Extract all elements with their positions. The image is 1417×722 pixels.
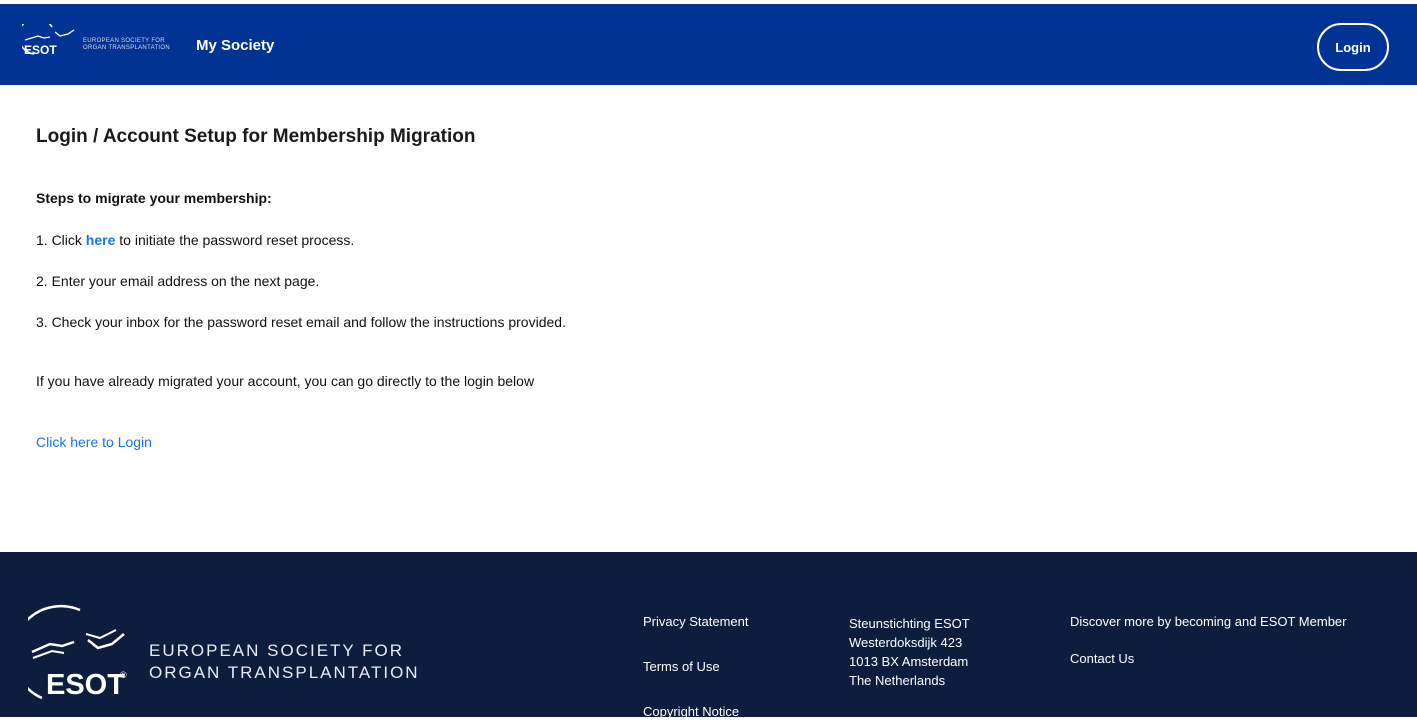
footer: ESOT ® EUROPEAN SOCIETY FOR ORGAN TRANSP… — [0, 552, 1417, 719]
address-line-1: Steunstichting ESOT — [849, 616, 970, 631]
step-1-prefix: 1. Click — [36, 232, 86, 248]
page-title: Login / Account Setup for Membership Mig… — [36, 126, 476, 147]
svg-text:®: ® — [120, 670, 127, 680]
click-here-to-login-link[interactable]: Click here to Login — [36, 434, 152, 450]
contact-us-link[interactable]: Contact Us — [1070, 651, 1134, 666]
password-reset-link[interactable]: here — [86, 232, 116, 248]
steps-heading: Steps to migrate your membership: — [36, 190, 272, 206]
logo-text-line-1: EUROPEAN SOCIETY FOR — [83, 38, 165, 44]
footer-address: Steunstichting ESOT Westerdoksdijk 423 1… — [849, 614, 970, 690]
address-line-4: The Netherlands — [849, 673, 946, 688]
logo-text: EUROPEAN SOCIETY FOR ORGAN TRANSPLANTATI… — [83, 38, 170, 52]
esot-logo-icon: ESOT — [17, 17, 75, 57]
become-member-link[interactable]: Discover more by becoming and ESOT Membe… — [1070, 614, 1346, 629]
footer-logo-mark-text: ESOT — [46, 669, 125, 701]
step-3: 3. Check your inbox for the password res… — [36, 314, 566, 330]
terms-of-use-link[interactable]: Terms of Use — [643, 659, 720, 674]
step-1-suffix: to initiate the password reset process. — [115, 232, 355, 248]
esot-logo[interactable]: ESOT EUROPEAN SOCIETY FOR ORGAN TRANSPLA… — [17, 17, 192, 64]
top-navbar: ESOT EUROPEAN SOCIETY FOR ORGAN TRANSPLA… — [0, 4, 1417, 85]
footer-logo[interactable]: ESOT ® — [11, 602, 138, 717]
footer-org-name: EUROPEAN SOCIETY FOR ORGAN TRANSPLANTATI… — [149, 640, 420, 684]
footer-org-line-1: EUROPEAN SOCIETY FOR — [149, 641, 405, 660]
logo-text-line-2: ORGAN TRANSPLANTATION — [83, 45, 170, 51]
privacy-statement-link[interactable]: Privacy Statement — [643, 614, 749, 629]
hands-icon — [31, 629, 125, 659]
address-line-3: 1013 BX Amsterdam — [849, 654, 969, 669]
site-title-link[interactable]: My Society — [196, 37, 274, 54]
address-line-2: Westerdoksdijk 423 — [849, 635, 963, 650]
step-2: 2. Enter your email address on the next … — [36, 273, 320, 289]
login-button[interactable]: Login — [1317, 23, 1389, 71]
step-1: 1. Click here to initiate the password r… — [36, 232, 354, 248]
esot-logo-icon: ESOT ® — [11, 604, 127, 701]
footer-org-line-2: ORGAN TRANSPLANTATION — [149, 663, 420, 682]
migration-note: If you have already migrated your accoun… — [36, 373, 535, 389]
logo-mark-text: ESOT — [24, 43, 57, 57]
